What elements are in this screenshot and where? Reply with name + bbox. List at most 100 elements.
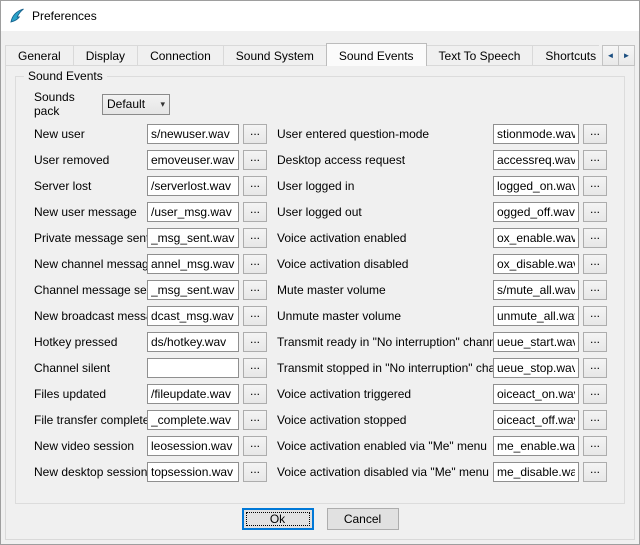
- browse-button[interactable]: ...: [243, 176, 267, 196]
- sound-event-row: New user...User entered question-mode...: [34, 121, 624, 147]
- sound-event-row: New desktop session...Voice activation d…: [34, 459, 624, 485]
- sound-file-input[interactable]: [147, 332, 239, 352]
- browse-button[interactable]: ...: [583, 280, 607, 300]
- sound-file-input[interactable]: [493, 358, 579, 378]
- cancel-button[interactable]: Cancel: [327, 508, 399, 530]
- sound-event-row: New broadcast message...Unmute master vo…: [34, 303, 624, 329]
- browse-button[interactable]: ...: [243, 436, 267, 456]
- sound-file-input[interactable]: [147, 462, 239, 482]
- ok-button[interactable]: Ok: [242, 508, 314, 530]
- browse-button[interactable]: ...: [243, 462, 267, 482]
- sound-file-input[interactable]: [147, 150, 239, 170]
- sound-file-input[interactable]: [147, 436, 239, 456]
- browse-button[interactable]: ...: [583, 306, 607, 326]
- event-label: Hotkey pressed: [34, 335, 147, 349]
- sounds-pack-label: Sounds pack: [34, 90, 102, 118]
- browse-button[interactable]: ...: [583, 462, 607, 482]
- chevron-down-icon: ▾: [160, 99, 165, 110]
- sound-file-input[interactable]: [493, 176, 579, 196]
- sound-file-input[interactable]: [147, 384, 239, 404]
- browse-button[interactable]: ...: [583, 228, 607, 248]
- browse-button[interactable]: ...: [243, 202, 267, 222]
- browse-button[interactable]: ...: [583, 358, 607, 378]
- sound-file-input[interactable]: [493, 462, 579, 482]
- sounds-pack-value: Default: [107, 97, 160, 111]
- browse-button[interactable]: ...: [583, 332, 607, 352]
- sounds-pack-select[interactable]: Default ▾: [102, 94, 170, 115]
- sound-file-input[interactable]: [493, 280, 579, 300]
- event-label: Channel message sent: [34, 283, 147, 297]
- browse-button[interactable]: ...: [243, 254, 267, 274]
- browse-button[interactable]: ...: [243, 306, 267, 326]
- browse-button[interactable]: ...: [583, 150, 607, 170]
- browse-button[interactable]: ...: [583, 436, 607, 456]
- sound-event-rows: New user...User entered question-mode...…: [34, 121, 624, 485]
- sound-file-input[interactable]: [147, 306, 239, 326]
- event-label: New video session: [34, 439, 147, 453]
- browse-button[interactable]: ...: [243, 150, 267, 170]
- preferences-window: Preferences GeneralDisplayConnectionSoun…: [0, 0, 640, 545]
- sound-file-input[interactable]: [493, 332, 579, 352]
- sound-file-input[interactable]: [493, 124, 579, 144]
- sound-event-row: User removed...Desktop access request...: [34, 147, 624, 173]
- browse-button[interactable]: ...: [583, 384, 607, 404]
- browse-button[interactable]: ...: [583, 124, 607, 144]
- browse-button[interactable]: ...: [583, 202, 607, 222]
- dialog-buttons: Ok Cancel: [6, 508, 634, 530]
- tab-scroll-right-button[interactable]: ►: [618, 45, 635, 66]
- browse-button[interactable]: ...: [243, 280, 267, 300]
- browse-button[interactable]: ...: [243, 410, 267, 430]
- sound-file-input[interactable]: [147, 410, 239, 430]
- event-label: Private message sent: [34, 231, 147, 245]
- sound-file-input[interactable]: [493, 306, 579, 326]
- browse-button[interactable]: ...: [243, 384, 267, 404]
- sound-event-row: Server lost... User logged in...: [34, 173, 624, 199]
- sound-file-input[interactable]: [147, 280, 239, 300]
- tab-sound-system[interactable]: Sound System: [223, 45, 327, 66]
- sound-file-input[interactable]: [147, 358, 239, 378]
- arrow-left-icon: ◄: [607, 51, 615, 60]
- event-label: User logged in: [277, 179, 493, 193]
- sound-file-input[interactable]: [493, 228, 579, 248]
- sounds-pack-row: Sounds pack Default ▾: [34, 93, 624, 115]
- browse-button[interactable]: ...: [243, 358, 267, 378]
- sound-event-row: Private message sent...Voice activation …: [34, 225, 624, 251]
- event-label: Transmit stopped in "No interruption" ch…: [277, 361, 493, 375]
- tab-display[interactable]: Display: [73, 45, 138, 66]
- sound-file-input[interactable]: [493, 384, 579, 404]
- browse-button[interactable]: ...: [583, 254, 607, 274]
- sound-file-input[interactable]: [493, 436, 579, 456]
- sound-file-input[interactable]: [493, 150, 579, 170]
- event-label: User logged out: [277, 205, 493, 219]
- sound-file-input[interactable]: [147, 202, 239, 222]
- event-label: New desktop session: [34, 465, 147, 479]
- sound-file-input[interactable]: [493, 202, 579, 222]
- tab-text-to-speech[interactable]: Text To Speech: [426, 45, 534, 66]
- sound-event-row: New channel message...Voice activation d…: [34, 251, 624, 277]
- tab-shortcuts[interactable]: Shortcuts: [532, 45, 599, 66]
- sound-file-input[interactable]: [493, 410, 579, 430]
- sound-file-input[interactable]: [147, 124, 239, 144]
- browse-button[interactable]: ...: [583, 176, 607, 196]
- sound-file-input[interactable]: [493, 254, 579, 274]
- browse-button[interactable]: ...: [243, 124, 267, 144]
- event-label: New user: [34, 127, 147, 141]
- tab-scroll: ◄ ►: [602, 45, 635, 66]
- sound-event-row: Channel silent... Transmit stopped in "No…: [34, 355, 624, 381]
- tab-connection[interactable]: Connection: [137, 45, 224, 66]
- event-label: Unmute master volume: [277, 309, 493, 323]
- browse-button[interactable]: ...: [583, 410, 607, 430]
- event-label: Server lost: [34, 179, 147, 193]
- event-label: Channel silent: [34, 361, 147, 375]
- browse-button[interactable]: ...: [243, 228, 267, 248]
- sound-file-input[interactable]: [147, 228, 239, 248]
- sound-event-row: Hotkey pressed...Transmit ready in "No i…: [34, 329, 624, 355]
- sound-file-input[interactable]: [147, 254, 239, 274]
- sound-event-row: Channel message sent...Mute master volum…: [34, 277, 624, 303]
- tab-panel: Sound Events Sounds pack Default ▾ New u…: [5, 65, 635, 540]
- tab-scroll-left-button[interactable]: ◄: [602, 45, 619, 66]
- tab-general[interactable]: General: [5, 45, 74, 66]
- browse-button[interactable]: ...: [243, 332, 267, 352]
- sound-file-input[interactable]: [147, 176, 239, 196]
- tab-sound-events[interactable]: Sound Events: [326, 43, 427, 66]
